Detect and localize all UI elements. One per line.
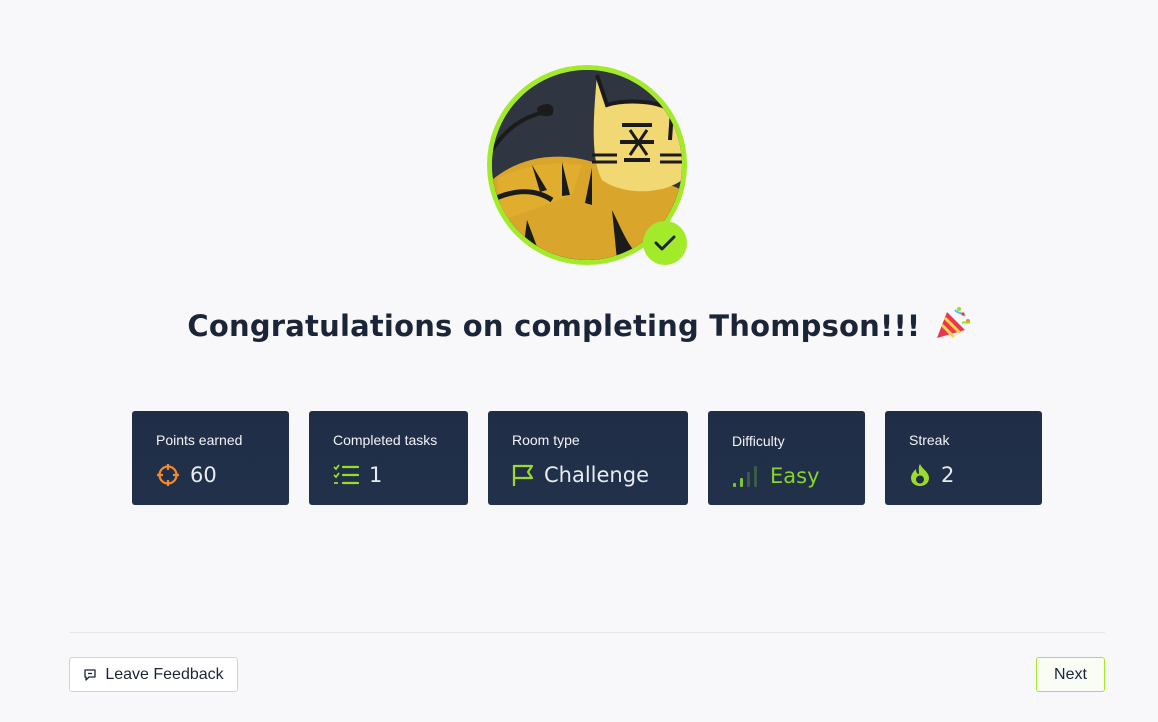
- task-list-icon: [333, 464, 359, 485]
- stat-value-row: Challenge: [512, 461, 649, 489]
- completion-title: Congratulations on completing Thompson!!…: [0, 306, 1158, 347]
- next-label: Next: [1054, 665, 1087, 683]
- stat-label: Difficulty: [732, 433, 785, 449]
- stat-value-row: 1: [333, 461, 382, 489]
- leave-feedback-label: Leave Feedback: [105, 665, 224, 683]
- stat-label: Room type: [512, 432, 580, 448]
- footer-divider: [69, 632, 1105, 633]
- stat-value: 2: [941, 463, 955, 487]
- completed-badge: [643, 221, 687, 265]
- stat-card-room-type: Room type Challenge: [488, 411, 688, 505]
- stat-label: Completed tasks: [333, 432, 438, 448]
- completion-title-text: Congratulations on completing Thompson!!…: [187, 309, 921, 343]
- stat-value: 1: [369, 463, 383, 487]
- signal-bars-icon: [733, 466, 757, 487]
- stat-card-difficulty: Difficulty Easy: [708, 411, 865, 505]
- stat-value: Challenge: [544, 463, 649, 487]
- leave-feedback-button[interactable]: Leave Feedback: [69, 657, 238, 692]
- stat-value: Easy: [770, 464, 820, 488]
- stat-card-tasks: Completed tasks 1: [309, 411, 468, 505]
- stat-value-row: 60: [156, 461, 217, 489]
- party-popper-icon: [935, 306, 971, 347]
- stat-value: 60: [190, 463, 217, 487]
- check-icon: [654, 235, 676, 251]
- target-icon: [157, 464, 179, 486]
- room-avatar: [487, 65, 687, 265]
- stat-value-row: Easy: [732, 462, 820, 490]
- stat-card-points: Points earned 60: [132, 411, 289, 505]
- stat-label: Streak: [909, 432, 950, 448]
- flag-icon: [512, 464, 534, 486]
- stat-card-streak: Streak 2: [885, 411, 1042, 505]
- comment-icon: [84, 668, 96, 681]
- stat-value-row: 2: [909, 461, 954, 489]
- stat-label: Points earned: [156, 432, 243, 448]
- next-button[interactable]: Next: [1036, 657, 1105, 692]
- flame-icon: [911, 464, 929, 486]
